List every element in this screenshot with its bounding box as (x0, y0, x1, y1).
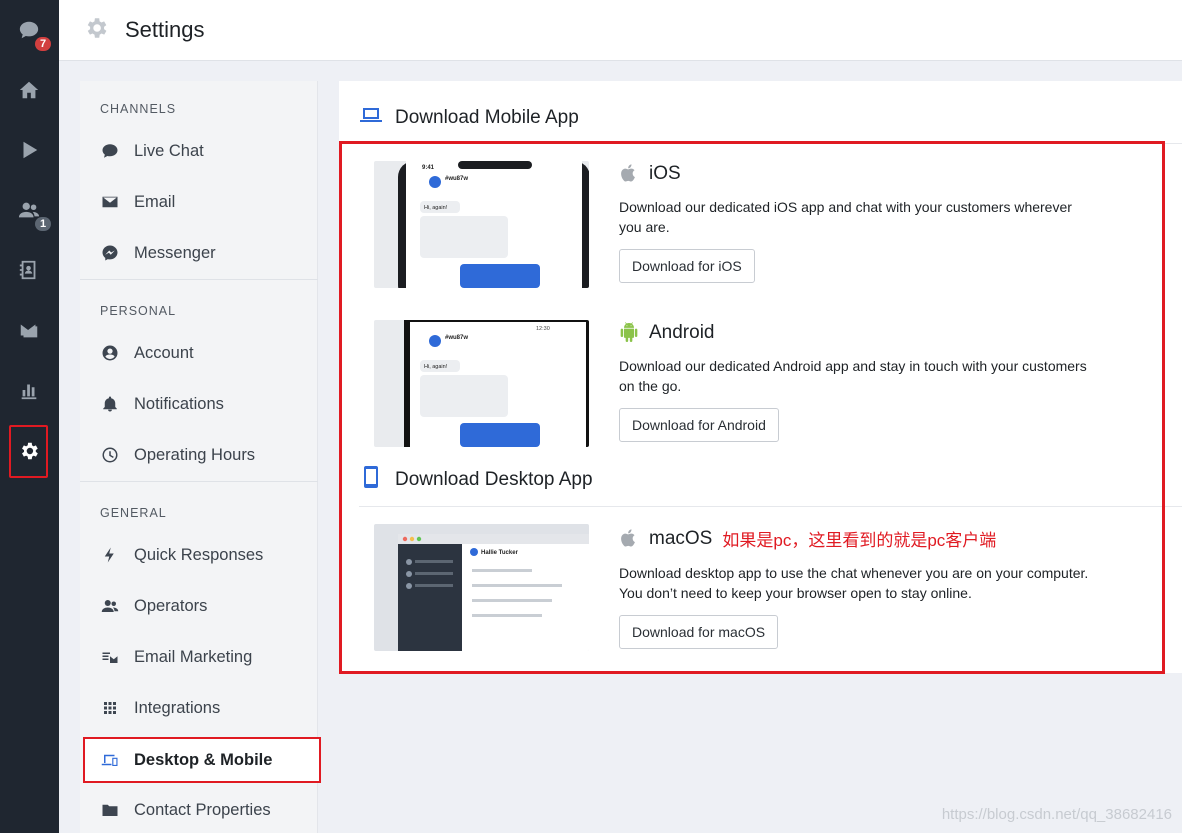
nav-item-label: Operators (134, 596, 208, 615)
nav-item-notifications[interactable]: Notifications (100, 386, 310, 422)
nav-item-quick-responses[interactable]: Quick Responses (100, 537, 310, 573)
nav-item-operators[interactable]: Operators (100, 588, 310, 624)
folder-icon (100, 800, 120, 820)
home-rail-button[interactable] (9, 70, 49, 110)
nav-item-live-chat[interactable]: Live Chat (100, 133, 310, 169)
play-icon (23, 141, 38, 159)
bar-chart-icon (21, 384, 37, 400)
app-rail: 7 1 (0, 0, 59, 833)
mobile-section-header: Download Mobile App (359, 103, 579, 132)
nav-item-contact-properties[interactable]: Contact Properties (100, 792, 310, 828)
contact-book-rail-button[interactable] (9, 250, 49, 290)
watermark: https://blog.csdn.net/qq_38682416 (941, 806, 1172, 823)
nav-item-label: Notifications (134, 394, 224, 413)
clock-icon (100, 445, 120, 465)
envelope-icon (100, 192, 120, 212)
nav-item-account[interactable]: Account (100, 335, 310, 371)
laptop-icon (359, 103, 383, 132)
nav-item-operating-hours[interactable]: Operating Hours (100, 437, 310, 473)
settings-nav: CHANNELS Live Chat Email Messenger PERSO… (80, 81, 321, 833)
contacts-badge: 1 (35, 217, 51, 231)
settings-rail-button[interactable] (9, 425, 48, 478)
email-list-icon (100, 647, 120, 667)
nav-item-label: Quick Responses (134, 545, 264, 564)
grid-icon (100, 698, 120, 718)
page-title: Settings (125, 17, 205, 42)
page-header: Settings (59, 0, 1182, 61)
annotation-highlight-box (339, 141, 1165, 674)
nav-item-email-marketing[interactable]: Email Marketing (100, 639, 310, 675)
visitors-rail-button[interactable] (9, 130, 49, 170)
nav-item-desktop-mobile[interactable]: Desktop & Mobile (83, 737, 321, 783)
nav-section-general: GENERAL (100, 506, 167, 520)
nav-item-label: Contact Properties (134, 800, 271, 819)
nav-section-channels: CHANNELS (100, 102, 177, 116)
bell-icon (100, 394, 120, 414)
nav-item-label: Account (134, 343, 194, 362)
nav-item-email[interactable]: Email (100, 184, 310, 220)
inbox-rail-button[interactable] (9, 310, 49, 350)
nav-item-label: Messenger (134, 243, 216, 262)
chats-badge: 7 (35, 37, 51, 51)
nav-item-label: Integrations (134, 698, 221, 717)
bolt-icon (100, 545, 120, 565)
nav-item-label: Live Chat (134, 141, 204, 160)
settings-gear-icon (83, 15, 109, 41)
mail-stack-icon (20, 324, 38, 338)
gear-icon (22, 442, 38, 460)
people-icon (100, 596, 120, 616)
home-icon (19, 81, 39, 99)
messenger-icon (100, 243, 120, 263)
nav-item-messenger[interactable]: Messenger (100, 235, 310, 271)
nav-section-personal: PERSONAL (100, 304, 177, 318)
reports-rail-button[interactable] (9, 370, 49, 410)
chat-bubble-icon (100, 141, 120, 161)
nav-item-label: Email Marketing (134, 647, 253, 666)
user-circle-icon (100, 343, 120, 363)
contact-book-icon (19, 260, 36, 280)
nav-item-integrations[interactable]: Integrations (100, 690, 310, 726)
nav-divider (80, 481, 318, 482)
nav-item-label: Operating Hours (134, 445, 256, 464)
nav-item-label: Email (134, 192, 176, 211)
devices-icon (100, 750, 120, 770)
mobile-section-title: Download Mobile App (395, 106, 579, 128)
nav-divider (80, 279, 318, 280)
nav-item-label: Desktop & Mobile (134, 750, 273, 769)
